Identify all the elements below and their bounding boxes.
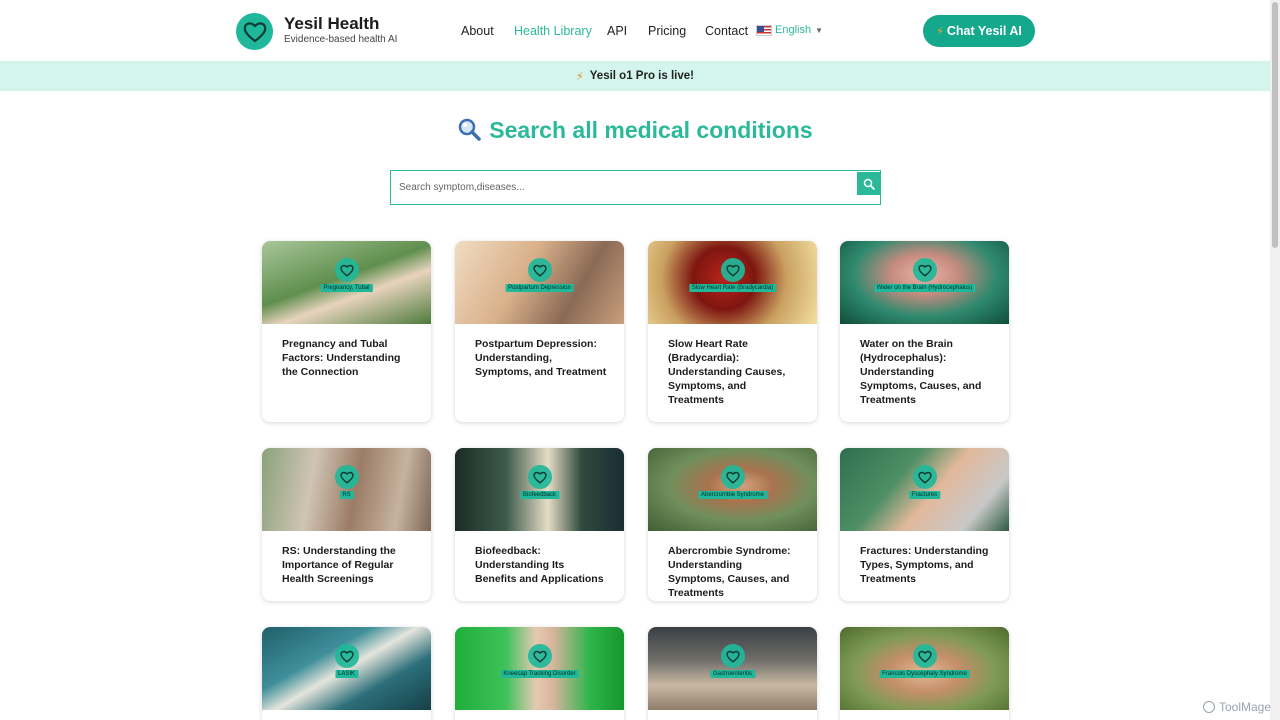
heart-icon	[334, 644, 359, 668]
condition-card-biofeedback[interactable]: Biofeedback Biofeedback: Understanding I…	[455, 448, 624, 601]
card-label: Kneecap Tracking Disorder	[500, 670, 579, 678]
heart-icon	[912, 465, 937, 489]
bolt-icon: ⚡	[936, 25, 944, 38]
chat-yesil-ai-button[interactable]: ⚡ Chat Yesil AI	[923, 15, 1035, 47]
heart-icon	[720, 644, 745, 668]
condition-card-abercrombie-syndrome[interactable]: Abercrombie Syndrome Abercrombie Syndrom…	[648, 448, 817, 601]
card-image: Water on the Brain (Hydrocephalus)	[840, 241, 1009, 324]
magnifier-icon	[457, 117, 482, 147]
announcement-banner[interactable]: ⚡ Yesil o1 Pro is live!	[0, 61, 1270, 91]
card-image: Postpartum Depression	[455, 241, 624, 324]
card-title: Biofeedback: Understanding Its Benefits …	[475, 545, 604, 585]
brand-tagline: Evidence-based health AI	[284, 34, 398, 45]
page-scrollbar[interactable]	[1270, 0, 1280, 720]
card-label: Gastroenteritis	[709, 670, 756, 678]
language-selector[interactable]: English ▼	[756, 24, 823, 36]
card-image: Abercrombie Syndrome	[648, 448, 817, 531]
heart-icon	[527, 258, 552, 282]
scrollbar-thumb[interactable]	[1272, 2, 1278, 248]
nav-pricing[interactable]: Pricing	[648, 24, 686, 38]
card-image: Kneecap Tracking Disorder	[455, 627, 624, 710]
card-image: LASIK	[262, 627, 431, 710]
condition-card-hydrocephalus[interactable]: Water on the Brain (Hydrocephalus) Water…	[840, 241, 1009, 422]
search-heading: Search all medical conditions	[0, 117, 1270, 147]
heart-icon	[334, 465, 359, 489]
heart-icon	[912, 644, 937, 668]
condition-card-pregnancy-tubal[interactable]: Pregnancy, Tubal Pregnancy and Tubal Fac…	[262, 241, 431, 422]
nav-about[interactable]: About	[461, 24, 494, 38]
card-title: Abercrombie Syndrome: Understanding Symp…	[668, 545, 791, 599]
card-title: Water on the Brain (Hydrocephalus): Unde…	[860, 338, 982, 406]
condition-card-kneecap-tracking-disorder[interactable]: Kneecap Tracking Disorder	[455, 627, 624, 720]
search-heading-text: Search all medical conditions	[489, 117, 813, 144]
watermark-text: ToolMage	[1219, 700, 1272, 714]
chat-button-label: Chat Yesil AI	[946, 24, 1022, 38]
condition-card-postpartum-depression[interactable]: Postpartum Depression Postpartum Depress…	[455, 241, 624, 422]
card-image: Biofeedback	[455, 448, 624, 531]
card-image: Gastroenteritis	[648, 627, 817, 710]
banner-text: Yesil o1 Pro is live!	[589, 70, 694, 82]
card-label: Postpartum Depression	[505, 284, 574, 292]
card-title: Slow Heart Rate (Bradycardia): Understan…	[668, 338, 786, 406]
condition-card-lasik[interactable]: LASIK	[262, 627, 431, 720]
heart-icon	[527, 465, 552, 489]
card-image: Pregnancy, Tubal	[262, 241, 431, 324]
card-label: LASIK	[334, 670, 359, 678]
nav-api[interactable]: API	[607, 24, 627, 38]
card-image: Slow Heart Rate (Bradycardia)	[648, 241, 817, 324]
heart-icon	[334, 258, 359, 282]
chevron-down-icon: ▼	[815, 25, 823, 35]
card-image: RS	[262, 448, 431, 531]
card-label: Fractures	[908, 491, 941, 499]
card-label: Pregnancy, Tubal	[320, 284, 373, 292]
condition-card-gastroenteritis[interactable]: Gastroenteritis	[648, 627, 817, 720]
nav-contact[interactable]: Contact	[705, 24, 748, 38]
search-box	[390, 170, 881, 205]
condition-card-francois-dyscephaly-syndrome[interactable]: Francois Dyscephaly Syndrome	[840, 627, 1009, 720]
search-input[interactable]	[391, 171, 856, 204]
brand-name[interactable]: Yesil Health	[284, 14, 379, 34]
card-label: Slow Heart Rate (Bradycardia)	[688, 284, 777, 292]
heart-icon	[720, 258, 745, 282]
toolmage-logo-icon	[1203, 701, 1215, 713]
condition-card-fractures[interactable]: Fractures Fractures: Understanding Types…	[840, 448, 1009, 601]
search-button[interactable]	[857, 172, 880, 195]
card-label: RS	[339, 491, 354, 499]
search-icon	[863, 178, 875, 190]
card-label: Abercrombie Syndrome	[697, 491, 768, 499]
card-label: Water on the Brain (Hydrocephalus)	[873, 284, 976, 292]
card-image: Fractures	[840, 448, 1009, 531]
bolt-icon: ⚡	[576, 70, 584, 83]
heart-icon	[527, 644, 552, 668]
heart-icon[interactable]	[236, 13, 273, 50]
card-label: Francois Dyscephaly Syndrome	[879, 670, 970, 678]
card-title: Pregnancy and Tubal Factors: Understandi…	[282, 338, 401, 378]
card-title: Postpartum Depression: Understanding, Sy…	[475, 338, 607, 378]
heart-icon	[720, 465, 745, 489]
card-title: RS: Understanding the Importance of Regu…	[282, 545, 396, 585]
card-label: Biofeedback	[519, 491, 560, 499]
us-flag-icon	[756, 24, 772, 36]
site-header: Yesil Health Evidence-based health AI Ab…	[0, 0, 1270, 61]
card-image: Francois Dyscephaly Syndrome	[840, 627, 1009, 710]
card-title: Fractures: Understanding Types, Symptoms…	[860, 545, 989, 585]
condition-card-rs[interactable]: RS RS: Understanding the Importance of R…	[262, 448, 431, 601]
heart-icon	[912, 258, 937, 282]
watermark: ToolMage	[1203, 700, 1271, 714]
nav-health-library[interactable]: Health Library	[514, 24, 592, 38]
language-label: English	[775, 24, 812, 36]
condition-card-bradycardia[interactable]: Slow Heart Rate (Bradycardia) Slow Heart…	[648, 241, 817, 422]
